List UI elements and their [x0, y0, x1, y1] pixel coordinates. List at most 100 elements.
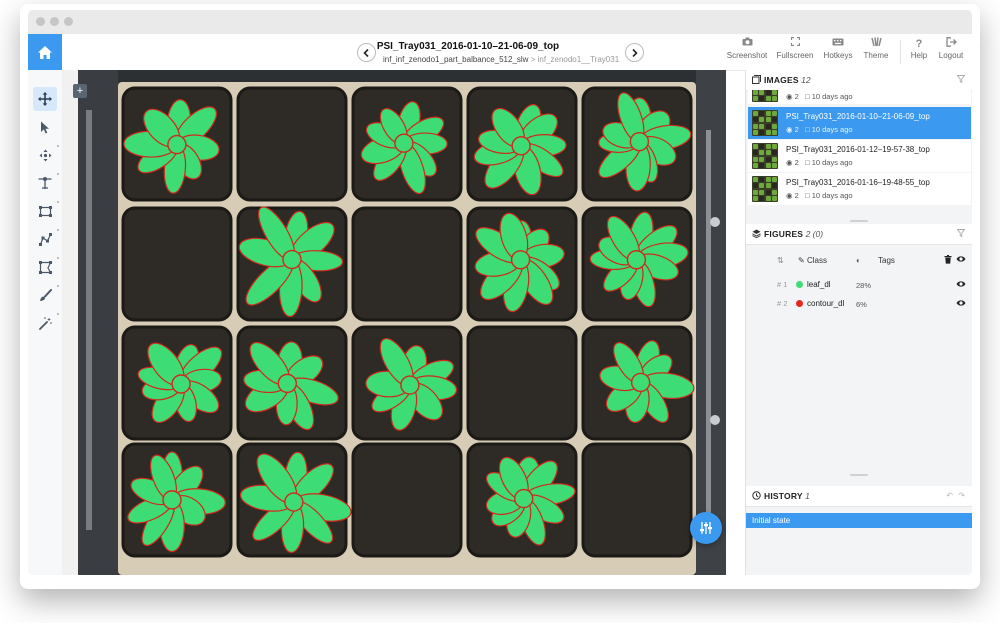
figures-table-header: ⇅ ✎ Class ◐ Tags [746, 252, 972, 270]
select-tool[interactable] [33, 115, 57, 139]
help-label: Help [910, 51, 928, 60]
delete-all-icon[interactable] [944, 255, 952, 266]
sort-icon[interactable]: ⇅ [777, 256, 784, 265]
magic-wand-icon [38, 316, 52, 330]
figure-area-percent: 28% [856, 281, 872, 290]
point-tool[interactable] [33, 171, 59, 195]
screenshot-label: Screenshot [726, 51, 768, 60]
drag-icon [39, 149, 51, 161]
figure-number: # 2 [777, 299, 788, 308]
class-column-header[interactable]: ✎ Class [798, 256, 827, 265]
figure-number: # 1 [777, 280, 788, 289]
eye-icon[interactable] [956, 255, 966, 265]
figure-row[interactable]: # 1 leaf_dl 28% [746, 276, 972, 294]
screenshot-button[interactable]: Screenshot [725, 37, 769, 69]
figures-filter-icon[interactable] [956, 229, 966, 239]
move-tool[interactable] [33, 87, 57, 111]
image-list-item[interactable]: PSI_Tray031_2016-01-10–21-06-09_top ◉ 2 … [748, 107, 971, 139]
fullscreen-button[interactable]: Fullscreen [773, 36, 817, 69]
history-item[interactable]: Initial state [746, 513, 972, 528]
rosette-center [394, 133, 414, 153]
image-list-item[interactable]: PSI_Tray031_2016-01-16–19-48-55_top ◉ 2 … [748, 173, 971, 205]
logout-button[interactable]: Logout [934, 37, 968, 69]
rosette-center [630, 372, 651, 393]
area-column-icon[interactable]: ◐ [856, 256, 861, 265]
eye-icon[interactable] [956, 280, 966, 290]
figures-eye-icon: ◉ [786, 92, 793, 101]
image-thumbnail [752, 143, 778, 169]
tool-options-mark [57, 313, 59, 315]
rosette-center [171, 374, 191, 394]
rectangle-tool[interactable] [33, 199, 59, 223]
keyboard-icon [818, 37, 858, 51]
image-meta: ◉ 2 □ 10 days ago [786, 125, 853, 134]
image-thumbnail [752, 110, 778, 136]
polygon-tool[interactable] [33, 255, 59, 279]
rosette-center [626, 250, 647, 270]
calendar-icon: □ [805, 125, 810, 134]
figures-resize-handle[interactable] [850, 474, 868, 476]
image-name: PSI_Tray031_2016-01-10–21-06-09_top [786, 112, 930, 121]
images-icon [752, 75, 761, 86]
help-button[interactable]: ? Help [904, 37, 934, 69]
figure-count: 2 [794, 191, 799, 200]
tool-options-mark [57, 201, 59, 203]
home-button[interactable] [28, 34, 62, 70]
image-settings-fab[interactable] [690, 512, 722, 544]
theme-icon [858, 37, 894, 51]
next-image-button[interactable] [625, 43, 644, 62]
fullscreen-icon [773, 36, 817, 51]
image-thumbnail [752, 90, 778, 102]
tags-column-header[interactable]: Tags [878, 256, 895, 265]
camera-icon [725, 37, 769, 51]
image-time: 10 days ago [811, 158, 853, 167]
figure-count: 2 [794, 158, 799, 167]
images-resize-handle[interactable] [850, 220, 868, 222]
figure-row[interactable]: # 2 contour_dl 6% [746, 295, 972, 313]
hotkeys-label: Hotkeys [823, 51, 853, 60]
right-panel: IMAGES 12 ◉ 2 □ 10 days ago PSI_Tray031_… [745, 70, 972, 575]
window-zoom-dot[interactable] [64, 17, 73, 26]
title-bar [28, 10, 972, 35]
image-thumbnail [752, 176, 778, 202]
images-header: IMAGES 12 [746, 70, 972, 91]
breadcrumb-dataset[interactable]: inf_zenodo1__Tray031 [538, 55, 620, 64]
eye-icon[interactable] [956, 299, 966, 309]
brush-icon [39, 288, 52, 301]
theme-button[interactable]: Theme [858, 37, 894, 69]
tool-bar [28, 70, 63, 575]
window-minimize-dot[interactable] [50, 17, 59, 26]
window-close-dot[interactable] [36, 17, 45, 26]
hotkeys-button[interactable]: Hotkeys [818, 37, 858, 69]
images-filter-icon[interactable] [956, 75, 966, 85]
image-canvas[interactable] [78, 70, 726, 575]
figures-title: FIGURES [764, 229, 804, 239]
polyline-tool[interactable] [33, 227, 59, 251]
history-item-label: Initial state [752, 516, 791, 525]
brush-tool[interactable] [33, 283, 59, 307]
breadcrumb-project[interactable]: inf_inf_zenodo1_part_balbance_512_slw [383, 55, 528, 64]
help-icon: ? [915, 38, 923, 50]
redo-icon[interactable]: ↷ [958, 491, 965, 500]
image-meta: ◉ 2 □ 10 days ago [786, 92, 853, 101]
layers-icon [752, 229, 761, 240]
logout-label: Logout [938, 51, 964, 60]
history-header: HISTORY 1 ↶ ↷ [746, 486, 972, 507]
polygon-icon [38, 260, 52, 274]
image-name: PSI_Tray031_2016-01-16–19-48-55_top [786, 178, 930, 187]
add-layer-button[interactable]: + [73, 84, 87, 98]
history-icon [752, 491, 761, 502]
pot-cell [466, 325, 578, 441]
undo-icon[interactable]: ↶ [946, 491, 953, 500]
image-title: PSI_Tray031_2016-01-10–21-06-09_top [376, 41, 560, 52]
rosette-center [162, 490, 182, 510]
images-count: 12 [801, 75, 811, 85]
figure-count: 2 [794, 92, 799, 101]
image-list-item-partial[interactable]: ◉ 2 □ 10 days ago [748, 90, 971, 104]
pen-icon: ✎ [798, 256, 805, 265]
drag-tool[interactable] [33, 143, 59, 167]
tool-options-mark [57, 173, 59, 175]
image-meta: ◉ 2 □ 10 days ago [786, 191, 853, 200]
magic-wand-tool[interactable] [33, 311, 59, 335]
image-list-item[interactable]: PSI_Tray031_2016-01-12–19-57-38_top ◉ 2 … [748, 140, 971, 172]
